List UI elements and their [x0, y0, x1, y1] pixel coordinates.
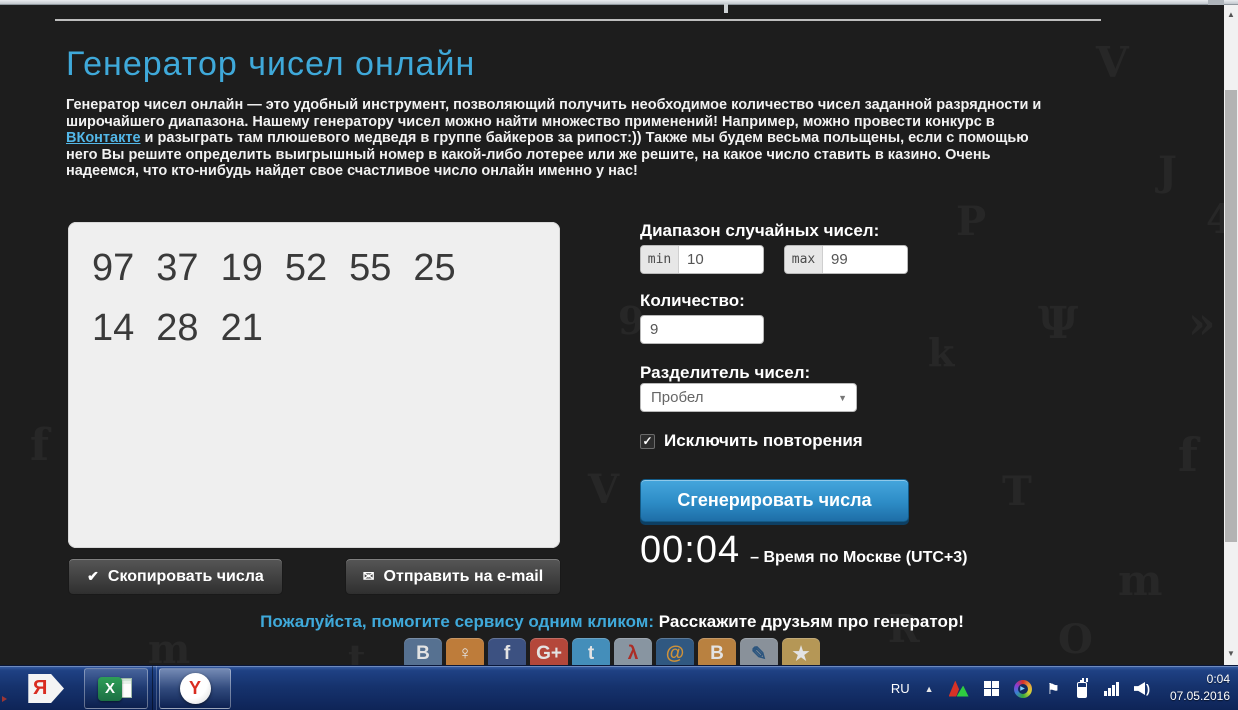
clock-time: 00:04 [640, 529, 740, 572]
taskbar-clock[interactable]: 0:04 07.05.2016 [1170, 671, 1230, 705]
taskbar-yandex-browser-button[interactable]: Y [159, 668, 231, 709]
max-input[interactable] [823, 246, 907, 273]
vkontakte-link[interactable]: ВКонтакте [66, 130, 141, 146]
performance-monitor-icon[interactable] [949, 681, 969, 697]
windows-taskbar: Я X Y RU ▲ ▶ ⚑ ) [0, 665, 1238, 710]
min-input[interactable] [679, 246, 763, 273]
yandex-browser-icon: Y [180, 673, 211, 704]
page-title: Генератор чисел онлайн [66, 45, 475, 84]
excel-icon: X [98, 677, 122, 701]
range-label: Диапазон случайных чисел: [640, 221, 879, 241]
max-prefix: max [785, 246, 823, 273]
yandex-icon: Я [26, 677, 47, 700]
action-center-flag-icon[interactable]: ⚑ [1047, 680, 1060, 698]
min-prefix: min [641, 246, 679, 273]
chevron-down-icon: ▼ [838, 393, 856, 403]
result-number: 55 [349, 238, 391, 298]
result-number: 21 [221, 298, 263, 358]
share-cta: Расскажите друзьям про генератор! [659, 612, 964, 631]
result-number: 28 [156, 298, 198, 358]
copy-numbers-button[interactable]: ✔ Скопировать числа [68, 558, 283, 595]
page-content: Генератор чисел онлайн Генератор чисел о… [0, 5, 1224, 665]
exclude-repeats-label: Исключить повторения [664, 431, 863, 451]
network-signal-icon[interactable] [1104, 682, 1119, 696]
top-divider [55, 19, 1101, 21]
result-number: 19 [221, 238, 263, 298]
separator-label: Разделитель чисел: [640, 363, 810, 383]
result-number: 37 [156, 238, 198, 298]
count-label: Количество: [640, 291, 745, 311]
scroll-up-icon[interactable]: ▲ [1224, 7, 1238, 22]
result-number: 97 [92, 238, 134, 298]
media-player-icon[interactable]: ▶ [1014, 680, 1032, 698]
envelope-icon: ✉ [363, 568, 375, 585]
intro-text-1: Генератор чисел онлайн — это удобный инс… [66, 97, 1041, 130]
browser-chrome-strip [0, 0, 1238, 5]
min-input-group: min [640, 245, 764, 274]
browser-chrome-tick [724, 4, 728, 13]
volume-icon[interactable]: ) [1134, 682, 1150, 696]
intro-text-2: и разыграть там плюшевого медведя в груп… [66, 130, 1029, 179]
language-indicator[interactable]: RU [891, 681, 910, 696]
share-line: Пожалуйста, помогите сервису одним клико… [0, 612, 1224, 632]
get-windows-10-icon[interactable] [984, 681, 999, 696]
copy-numbers-label: Скопировать числа [108, 568, 264, 586]
results-panel: 97 37 19 52 55 25 14 28 21 [68, 222, 560, 548]
desktop-icon-fragment [2, 696, 7, 702]
separator-value: Пробел [641, 389, 838, 406]
page-scrollbar[interactable]: ▲ ▼ [1224, 5, 1238, 665]
send-email-button[interactable]: ✉ Отправить на e-mail [345, 558, 561, 595]
taskbar-date: 07.05.2016 [1170, 688, 1230, 705]
check-icon: ✔ [87, 568, 99, 585]
exclude-repeats-row[interactable]: ✓ Исключить повторения [640, 431, 863, 451]
max-input-group: max [784, 245, 908, 274]
result-number: 14 [92, 298, 134, 358]
share-prompt: Пожалуйста, помогите сервису одним клико… [260, 612, 654, 631]
intro-paragraph: Генератор чисел онлайн — это удобный инс… [66, 97, 1046, 180]
browser-chrome-corner [1208, 0, 1224, 5]
moscow-clock: 00:04 – Время по Москве (UTC+3) [640, 529, 968, 572]
screen: VJΨfmP»TkO4RVtm9fJ Генератор чисел онлай… [0, 0, 1238, 710]
result-number: 52 [285, 238, 327, 298]
show-hidden-icons-icon[interactable]: ▲ [925, 684, 934, 694]
scrollbar-thumb[interactable] [1225, 90, 1237, 542]
generate-button[interactable]: Сгенерировать числа [640, 479, 909, 522]
count-input[interactable] [640, 315, 764, 344]
result-number: 25 [413, 238, 455, 298]
scroll-down-icon[interactable]: ▼ [1224, 646, 1238, 661]
taskbar-separator [152, 666, 157, 710]
separator-select[interactable]: Пробел ▼ [640, 383, 857, 412]
taskbar-excel-button[interactable]: X [84, 668, 148, 709]
clock-note: – Время по Москве (UTC+3) [750, 549, 967, 567]
battery-plug-icon[interactable] [1075, 679, 1089, 699]
taskbar-yandex-shortcut[interactable]: Я [26, 672, 64, 705]
exclude-repeats-checkbox[interactable]: ✓ [640, 434, 655, 449]
system-tray: RU ▲ ▶ ⚑ ) [891, 666, 1150, 710]
taskbar-time: 0:04 [1170, 671, 1230, 688]
send-email-label: Отправить на e-mail [384, 568, 544, 586]
